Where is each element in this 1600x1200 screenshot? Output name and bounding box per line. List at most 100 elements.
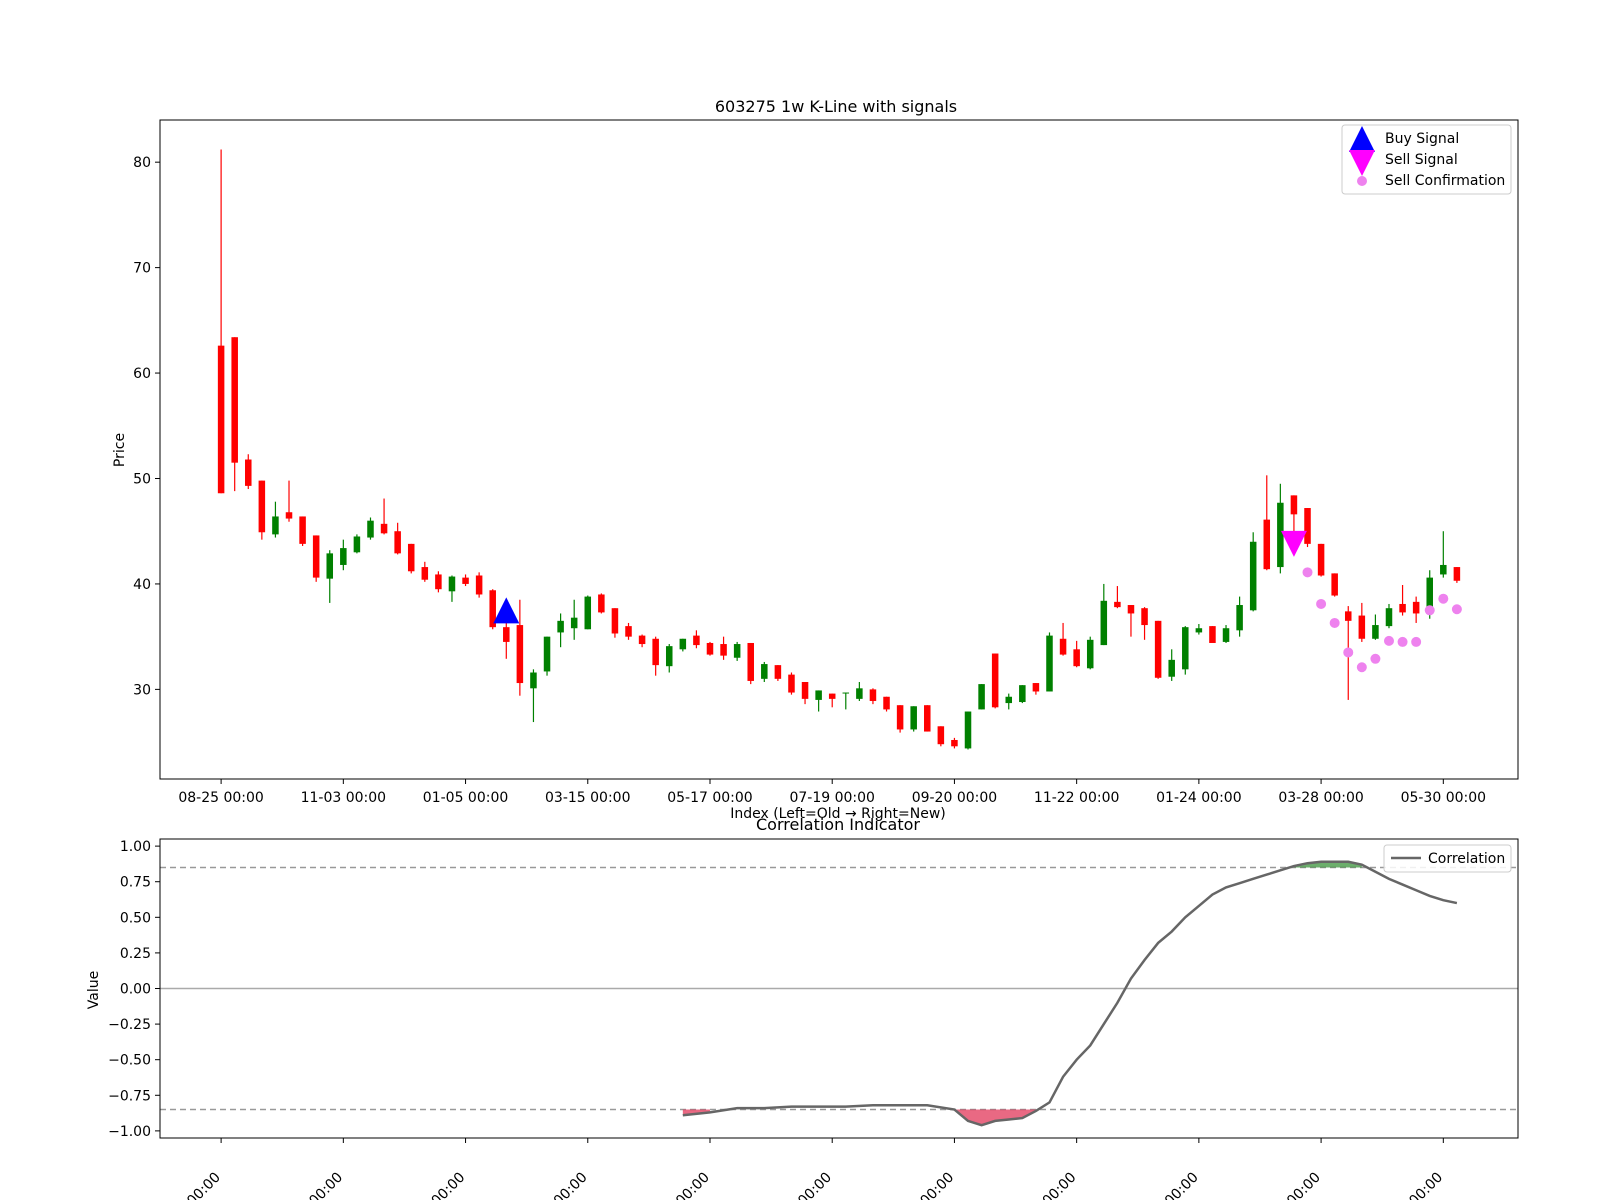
candle-body	[951, 739, 958, 747]
candle-body	[1073, 649, 1080, 667]
kline-y-tick-label: 80	[133, 155, 151, 171]
candle-body	[1304, 508, 1311, 544]
candle-body	[326, 553, 334, 579]
sell-signal-marker	[1280, 530, 1307, 557]
kline-x-tick-label: 09-20 00:00	[912, 790, 997, 806]
candle-body	[991, 653, 999, 708]
candle-body	[883, 696, 890, 710]
sell-confirmation-marker	[1329, 617, 1340, 628]
sell-confirmation-marker	[1424, 605, 1435, 616]
candle-body	[217, 345, 225, 494]
candle-body	[842, 692, 850, 694]
candle-body	[679, 638, 687, 650]
candle-body	[475, 575, 483, 595]
candle-body	[353, 536, 361, 553]
candle-body	[761, 664, 768, 679]
kline-y-tick-label: 70	[133, 261, 151, 277]
candle-body	[1358, 615, 1366, 639]
candle-body	[1032, 683, 1040, 692]
correlation-x-tick-label: 7 00:00	[664, 1170, 713, 1200]
candle-body	[543, 636, 551, 672]
correlation-y-tick-label: 0.75	[120, 875, 151, 891]
candle-body	[869, 689, 877, 701]
candle-body	[598, 594, 605, 613]
correlation-panel: Correlation Indicator −1.00 −0.75 −0.50 −0.…	[86, 815, 1519, 1200]
candle-body	[856, 688, 863, 699]
candle-body	[435, 574, 442, 590]
kline-x-tick-label: 01-24 00:00	[1156, 790, 1241, 806]
sell-confirmation-marker	[1397, 636, 1408, 647]
candle-body	[1195, 628, 1203, 633]
candle-body	[530, 672, 537, 689]
candle-body	[448, 576, 456, 592]
correlation-y-tick-label: −1.00	[108, 1124, 151, 1140]
correlation-x-tick-label: 0 00:00	[1397, 1170, 1446, 1200]
correlation-title: Correlation Indicator	[756, 815, 920, 834]
candle-body	[1399, 603, 1406, 613]
correlation-reference-lines	[160, 866, 1518, 1111]
candle-body	[407, 543, 415, 572]
candle-body	[1317, 543, 1325, 576]
correlation-x-tick-label: 5 00:00	[419, 1170, 468, 1200]
kline-plot-frame	[159, 119, 1519, 780]
candle-body	[896, 705, 904, 730]
candle-body	[665, 646, 673, 667]
correlation-fills	[682, 861, 1362, 1126]
candle-body	[1141, 608, 1148, 626]
correlation-y-tick-label: 1.00	[120, 839, 151, 855]
candle-body	[1046, 635, 1053, 692]
correlation-x-tick-label: 5 00:00	[175, 1170, 224, 1200]
legend-correlation-label: Correlation	[1428, 851, 1505, 867]
candle-body	[516, 625, 524, 684]
candle-body	[788, 674, 795, 693]
candle-body	[367, 520, 374, 538]
sell-confirmation-marker	[1356, 662, 1367, 673]
candle-body	[557, 620, 564, 633]
candle-body	[747, 642, 754, 681]
candle-body	[733, 644, 741, 658]
signal-markers	[493, 530, 1462, 673]
candle-body	[245, 459, 252, 486]
candle-body	[638, 635, 646, 645]
correlation-y-tick-label: 0.00	[120, 982, 151, 998]
buy-signal-marker	[493, 597, 520, 624]
candle-body	[611, 608, 619, 634]
sell-confirmation-marker	[1411, 636, 1422, 647]
kline-x-tick-label: 01-05 00:00	[423, 790, 508, 806]
correlation-x-tick-label: 0 00:00	[908, 1170, 957, 1200]
correlation-x-tick-label: 5 00:00	[541, 1170, 590, 1200]
candle-body	[258, 480, 266, 533]
kline-y-tick-label: 60	[133, 366, 151, 382]
kline-x-ticks: 08-25 00:00 11-03 00:00 01-05 00:00 03-15 0…	[178, 779, 1486, 806]
candle-body	[1127, 605, 1135, 614]
kline-y-ticks: 30 40 50 60 70 80	[133, 155, 160, 698]
candle-body	[1059, 638, 1067, 655]
candle-body	[421, 567, 429, 580]
correlation-y-label: Value	[86, 971, 102, 1009]
kline-x-tick-label: 07-19 00:00	[789, 790, 874, 806]
kline-panel: 603275 1w K-Line with signals 30 40 50 60 70…	[112, 97, 1519, 822]
candle-body	[570, 617, 578, 629]
legend-confirm-label: Sell Confirmation	[1385, 173, 1505, 189]
candle-body	[625, 626, 632, 637]
sell-confirmation-marker	[1370, 653, 1381, 664]
correlation-y-tick-label: −0.75	[108, 1088, 151, 1104]
kline-title: 603275 1w K-Line with signals	[715, 97, 957, 116]
candle-body	[652, 638, 659, 666]
kline-y-tick-label: 30	[133, 682, 151, 698]
kline-x-tick-label: 05-30 00:00	[1401, 790, 1486, 806]
candle-body	[1290, 495, 1298, 515]
candle-body	[910, 706, 917, 730]
correlation-x-tick-label: 4 00:00	[1152, 1170, 1201, 1200]
candle-body	[964, 711, 972, 749]
correlation-y-ticks: −1.00 −0.75 −0.50 −0.25 0.00 0.25 0.50 0.75 1.00	[108, 839, 160, 1140]
candle-body	[285, 512, 293, 519]
correlation-x-tick-label: 9 00:00	[786, 1170, 835, 1200]
sell-confirmation-marker	[1316, 598, 1327, 609]
candle-body	[828, 693, 836, 699]
legend-buy-label: Buy Signal	[1385, 131, 1459, 147]
candle-body	[1249, 541, 1257, 611]
legend-confirm-marker	[1357, 176, 1367, 186]
kline-x-tick-label: 05-17 00:00	[667, 790, 752, 806]
sell-confirmation-marker	[1302, 567, 1313, 578]
